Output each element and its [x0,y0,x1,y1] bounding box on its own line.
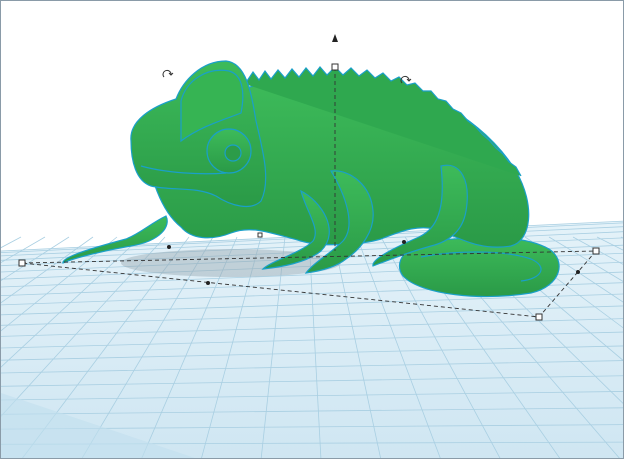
edge-handle[interactable] [402,240,406,244]
rotate-handle-icon[interactable] [162,69,174,78]
edge-handle[interactable] [206,281,210,285]
edge-handle[interactable] [576,270,580,274]
workplane-scene[interactable] [1,1,624,459]
corner-handle[interactable] [18,259,26,267]
lift-arrow-icon[interactable] [332,34,338,42]
3d-viewport[interactable] [1,1,624,459]
app-window [0,0,624,459]
corner-handle[interactable] [592,247,600,255]
center-handle[interactable] [257,232,263,238]
height-handle[interactable] [331,63,339,71]
edge-handle[interactable] [167,245,171,249]
corner-handle[interactable] [535,313,543,321]
